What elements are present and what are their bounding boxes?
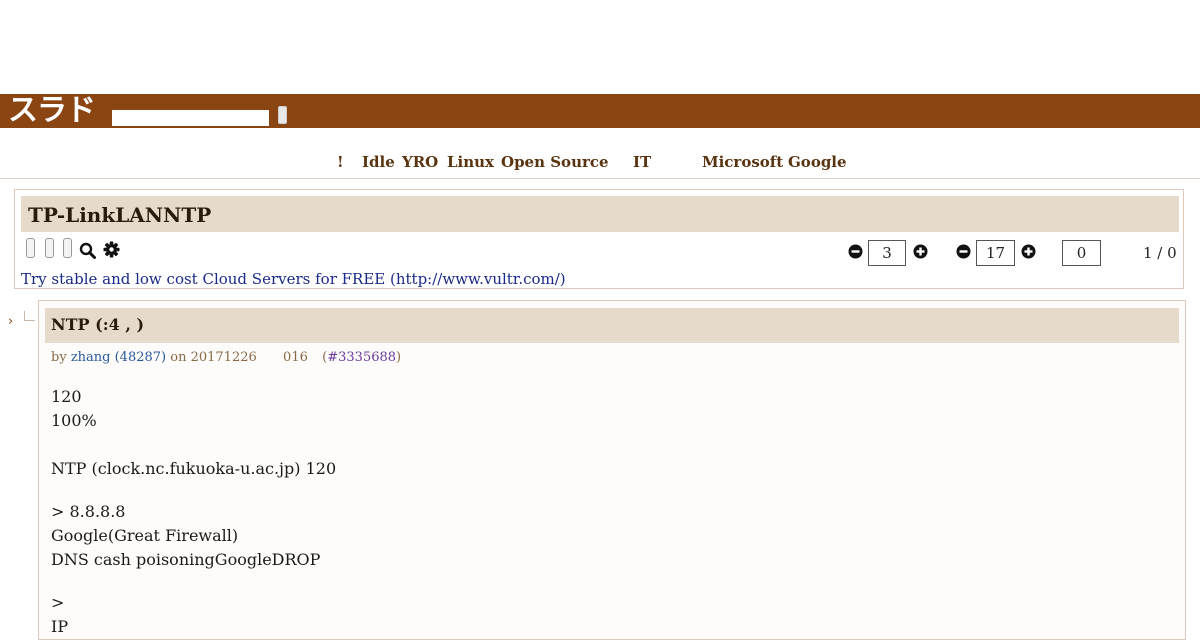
meta-by: by bbox=[51, 350, 67, 365]
comment-body-line: NTP (clock.nc.fukuoka-u.ac.jp) 120 bbox=[51, 459, 337, 478]
comment-count-input[interactable]: 17 bbox=[976, 240, 1015, 266]
comment-title-bar: NTP (:4 , ) bbox=[45, 308, 1179, 343]
plus-circle-icon[interactable] bbox=[1021, 244, 1036, 259]
sponsored-link[interactable]: Try stable and low cost Cloud Servers fo… bbox=[21, 270, 566, 288]
filter-toggle-button[interactable] bbox=[26, 238, 35, 258]
nav-item-it[interactable]: IT bbox=[633, 153, 651, 171]
nav-item-open-source[interactable]: Open Source bbox=[501, 153, 609, 171]
comment-title[interactable]: NTP (:4 , ) bbox=[51, 315, 144, 334]
comment-body-line: DNS cash poisoningGoogleDROP bbox=[51, 550, 321, 569]
plus-circle-icon[interactable] bbox=[913, 244, 928, 259]
comment-body-line: 100% bbox=[51, 411, 97, 430]
comment-body-line: 120 bbox=[51, 387, 82, 406]
nav-item-microsoft[interactable]: Microsoft bbox=[702, 153, 783, 171]
thread-connector bbox=[24, 311, 35, 321]
meta-date: on 20171226 bbox=[170, 350, 257, 365]
site-logo[interactable]: スラド bbox=[8, 96, 96, 126]
minus-circle-icon[interactable] bbox=[956, 244, 971, 259]
threshold-input[interactable]: 3 bbox=[868, 240, 906, 266]
meta-time: 016 bbox=[283, 350, 308, 365]
search-icon[interactable] bbox=[79, 242, 96, 259]
comment-body-line: > 8.8.8.8 bbox=[51, 502, 126, 521]
filter-toggle-button[interactable] bbox=[45, 238, 54, 258]
search-button[interactable] bbox=[278, 106, 287, 124]
nav-item-yro[interactable]: YRO bbox=[402, 153, 438, 171]
story-title-bar: TP-LinkLANNTP bbox=[21, 196, 1179, 232]
top-blank-area bbox=[0, 0, 1200, 94]
filter-toggle-button[interactable] bbox=[63, 238, 72, 258]
nav-item-idle[interactable]: Idle bbox=[362, 153, 395, 171]
comment-id-link[interactable]: #3335688 bbox=[327, 350, 396, 365]
page-count: 1 / 0 bbox=[1143, 244, 1177, 262]
comment-body-line: IP bbox=[51, 617, 69, 636]
comment-author-link[interactable]: zhang (48287) bbox=[71, 350, 166, 365]
page-input[interactable]: 0 bbox=[1062, 240, 1101, 266]
nav-item-google[interactable]: Google bbox=[788, 153, 847, 171]
brand-bar: スラド bbox=[0, 94, 1200, 128]
minus-circle-icon[interactable] bbox=[848, 244, 863, 259]
nav-item-exclaim[interactable]: ! bbox=[337, 153, 344, 171]
comment: NTP (:4 , ) by zhang (48287) on 20171226… bbox=[38, 300, 1186, 640]
nav-item-linux[interactable]: Linux bbox=[447, 153, 494, 171]
comment-body-line: > bbox=[51, 593, 65, 612]
category-nav: ! Idle YRO Linux Open Source IT Microsof… bbox=[0, 128, 1200, 179]
story-panel: TP-LinkLANNTP 3 17 0 1 / 0 Try stable an… bbox=[14, 189, 1184, 289]
story-title[interactable]: TP-LinkLANNTP bbox=[28, 203, 211, 227]
comment-body-line: Google(Great Firewall) bbox=[51, 526, 239, 545]
search-input[interactable] bbox=[112, 110, 269, 126]
gear-icon[interactable] bbox=[103, 241, 120, 258]
comment-meta: by zhang (48287) on 20171226 016 (#33356… bbox=[51, 350, 402, 365]
caret-right-icon[interactable]: › bbox=[8, 314, 13, 329]
